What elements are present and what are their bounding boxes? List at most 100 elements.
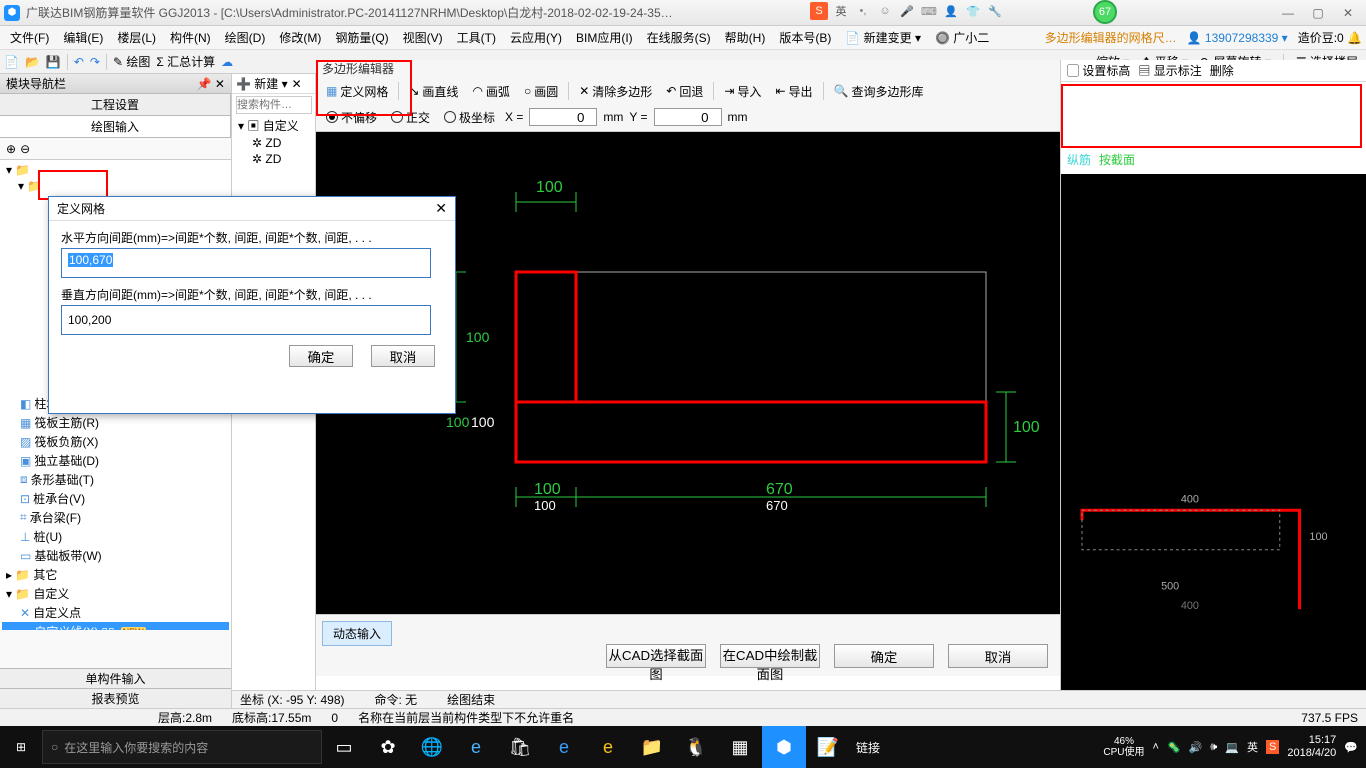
- tree-folder[interactable]: ▾ 📁: [2, 178, 229, 194]
- menu-cloud[interactable]: 云应用(Y): [504, 27, 568, 48]
- tab-report[interactable]: 报表预览: [0, 688, 231, 708]
- new-change-button[interactable]: 📄 新建变更 ▾: [839, 27, 927, 48]
- app-icon[interactable]: ✿: [366, 726, 410, 768]
- ime-panel[interactable]: S 英 •, ☺ 🎤 ⌨ 👤 👕 🔧: [810, 2, 1004, 20]
- define-grid-button[interactable]: ▦ 定义网格: [322, 81, 392, 102]
- tree-item[interactable]: ▨ 筏板负筋(X): [2, 432, 229, 451]
- ok-button[interactable]: 确定: [834, 644, 934, 668]
- cancel-button[interactable]: 取消: [948, 644, 1048, 668]
- y-input[interactable]: [654, 108, 722, 126]
- ime-icon-1[interactable]: •,: [854, 2, 872, 20]
- open-file-icon[interactable]: 📂: [25, 55, 40, 69]
- maximize-button[interactable]: ▢: [1304, 3, 1332, 23]
- section-label[interactable]: 按截面: [1099, 151, 1135, 168]
- draw-line-button[interactable]: ↘ 画直线: [405, 81, 462, 102]
- comp-root[interactable]: ▾ ▣ 自定义: [232, 116, 315, 135]
- menu-bim[interactable]: BIM应用(I): [570, 27, 639, 48]
- menu-rebar[interactable]: 钢筋量(Q): [329, 27, 394, 48]
- close-icon[interactable]: ✕: [292, 77, 302, 91]
- query-poly-button[interactable]: 🔍 查询多边形库: [830, 81, 928, 102]
- ime-mic-icon[interactable]: 🎤: [898, 2, 916, 20]
- tray-up-icon[interactable]: ˄: [1153, 741, 1159, 753]
- tree-folder-custom[interactable]: ▾ 📁 自定义: [2, 584, 229, 603]
- tray-wifi-icon[interactable]: 💻: [1225, 741, 1239, 754]
- menu-floor[interactable]: 楼层(L): [111, 27, 162, 48]
- tree-custom-line[interactable]: ▭ 自定义线(X) ▯▯NEW: [2, 622, 229, 630]
- menu-online[interactable]: 在线服务(S): [641, 27, 717, 48]
- tray-network-icon[interactable]: 🔊: [1189, 741, 1203, 754]
- set-elevation-button[interactable]: ▢ 设置标高: [1067, 62, 1130, 79]
- redo-icon[interactable]: ↷: [90, 55, 100, 69]
- tree-folder[interactable]: ▾ 📁: [2, 162, 229, 178]
- show-label-button[interactable]: ▤ 显示标注: [1138, 62, 1201, 79]
- sogou-icon[interactable]: S: [810, 2, 828, 20]
- comp-tree[interactable]: ▾ ▣ 自定义 ✲ ZD ✲ ZD: [232, 116, 315, 167]
- ie-icon[interactable]: e: [586, 726, 630, 768]
- v-spacing-input[interactable]: [61, 305, 431, 335]
- menu-version[interactable]: 版本号(B): [773, 27, 837, 48]
- dynamic-input-button[interactable]: 动态输入: [322, 621, 392, 646]
- clear-poly-button[interactable]: ✕ 清除多边形: [575, 81, 656, 102]
- dialog-title-bar[interactable]: 定义网格 ✕: [49, 197, 455, 221]
- menu-tool[interactable]: 工具(T): [451, 27, 502, 48]
- menu-file[interactable]: 文件(F): [4, 27, 55, 48]
- notes-icon[interactable]: 📝: [806, 726, 850, 768]
- ime-user-icon[interactable]: 👤: [942, 2, 960, 20]
- undo-icon[interactable]: ↶: [74, 55, 84, 69]
- tray-sogou-icon[interactable]: S: [1266, 740, 1279, 754]
- tray-vol-icon[interactable]: 🕪: [1210, 741, 1217, 754]
- taskbar-search[interactable]: ○ 在这里输入你要搜索的内容: [42, 730, 322, 764]
- ime-lang[interactable]: 英: [832, 2, 850, 20]
- app-icon[interactable]: ▦: [718, 726, 762, 768]
- tab-single-input[interactable]: 单构件输入: [0, 668, 231, 688]
- menu-help[interactable]: 帮助(H): [719, 27, 772, 48]
- new-component-button[interactable]: ➕ 新建 ▾: [236, 75, 288, 92]
- menu-view[interactable]: 视图(V): [397, 27, 449, 48]
- ime-shirt-icon[interactable]: 👕: [964, 2, 982, 20]
- draw-mode[interactable]: ✎ 绘图: [113, 53, 150, 70]
- tree-folder-other[interactable]: ▸ 📁 其它: [2, 565, 229, 584]
- panel-pin-icon[interactable]: 📌 ✕: [197, 77, 225, 91]
- sum-button[interactable]: Σ 汇总计算: [156, 53, 215, 70]
- notification-badge[interactable]: 67: [1093, 0, 1117, 24]
- collapse-icon[interactable]: ⊖: [20, 142, 30, 156]
- cad-select-button[interactable]: 从CAD选择截面图: [606, 644, 706, 668]
- dialog-ok-button[interactable]: 确定: [289, 345, 353, 367]
- cloud-upload-icon[interactable]: ☁: [221, 55, 233, 69]
- ime-keyboard-icon[interactable]: ⌨: [920, 2, 938, 20]
- radio-polar[interactable]: 极坐标: [440, 107, 499, 128]
- draw-circle-button[interactable]: ○ 画圆: [520, 81, 562, 102]
- tray-ime-icon[interactable]: 英: [1247, 739, 1258, 755]
- component-search-input[interactable]: [236, 96, 312, 114]
- tree-item[interactable]: ⌗ 承台梁(F): [2, 508, 229, 527]
- notifications-icon[interactable]: 💬: [1344, 741, 1358, 754]
- ime-smile-icon[interactable]: ☺: [876, 2, 894, 20]
- task-view-icon[interactable]: ▭: [322, 726, 366, 768]
- delete-button[interactable]: 删除: [1210, 62, 1234, 79]
- menu-modify[interactable]: 修改(M): [273, 27, 327, 48]
- tree-item[interactable]: ⊡ 桩承台(V): [2, 489, 229, 508]
- tree-item[interactable]: ▣ 独立基础(D): [2, 451, 229, 470]
- radio-no-offset[interactable]: 不偏移: [322, 107, 381, 128]
- expand-icon[interactable]: ⊕: [6, 142, 16, 156]
- comp-item[interactable]: ✲ ZD: [232, 135, 315, 151]
- link-label[interactable]: 链接: [850, 739, 886, 756]
- minimize-button[interactable]: —: [1274, 3, 1302, 23]
- close-button[interactable]: ✕: [1334, 3, 1362, 23]
- phone-number[interactable]: 👤 13907298339 ▾: [1187, 31, 1288, 45]
- dialog-close-icon[interactable]: ✕: [435, 200, 447, 217]
- vertical-rebar-label[interactable]: 纵筋: [1067, 151, 1091, 168]
- edge2-icon[interactable]: e: [542, 726, 586, 768]
- tree-item[interactable]: ▦ 筏板主筋(R): [2, 413, 229, 432]
- cpu-meter[interactable]: 46%CPU使用: [1103, 736, 1144, 758]
- right-canvas[interactable]: 400 100 500 400: [1061, 174, 1366, 708]
- ime-wrench-icon[interactable]: 🔧: [986, 2, 1004, 20]
- start-button[interactable]: ⊞: [0, 726, 42, 768]
- dialog-cancel-button[interactable]: 取消: [371, 345, 435, 367]
- new-file-icon[interactable]: 📄: [4, 55, 19, 69]
- cad-draw-button[interactable]: 在CAD中绘制截面图: [720, 644, 820, 668]
- edge-icon[interactable]: e: [454, 726, 498, 768]
- save-icon[interactable]: 💾: [46, 55, 61, 69]
- tree-custom-point[interactable]: ✕ 自定义点: [2, 603, 229, 622]
- explorer-icon[interactable]: 🌐: [410, 726, 454, 768]
